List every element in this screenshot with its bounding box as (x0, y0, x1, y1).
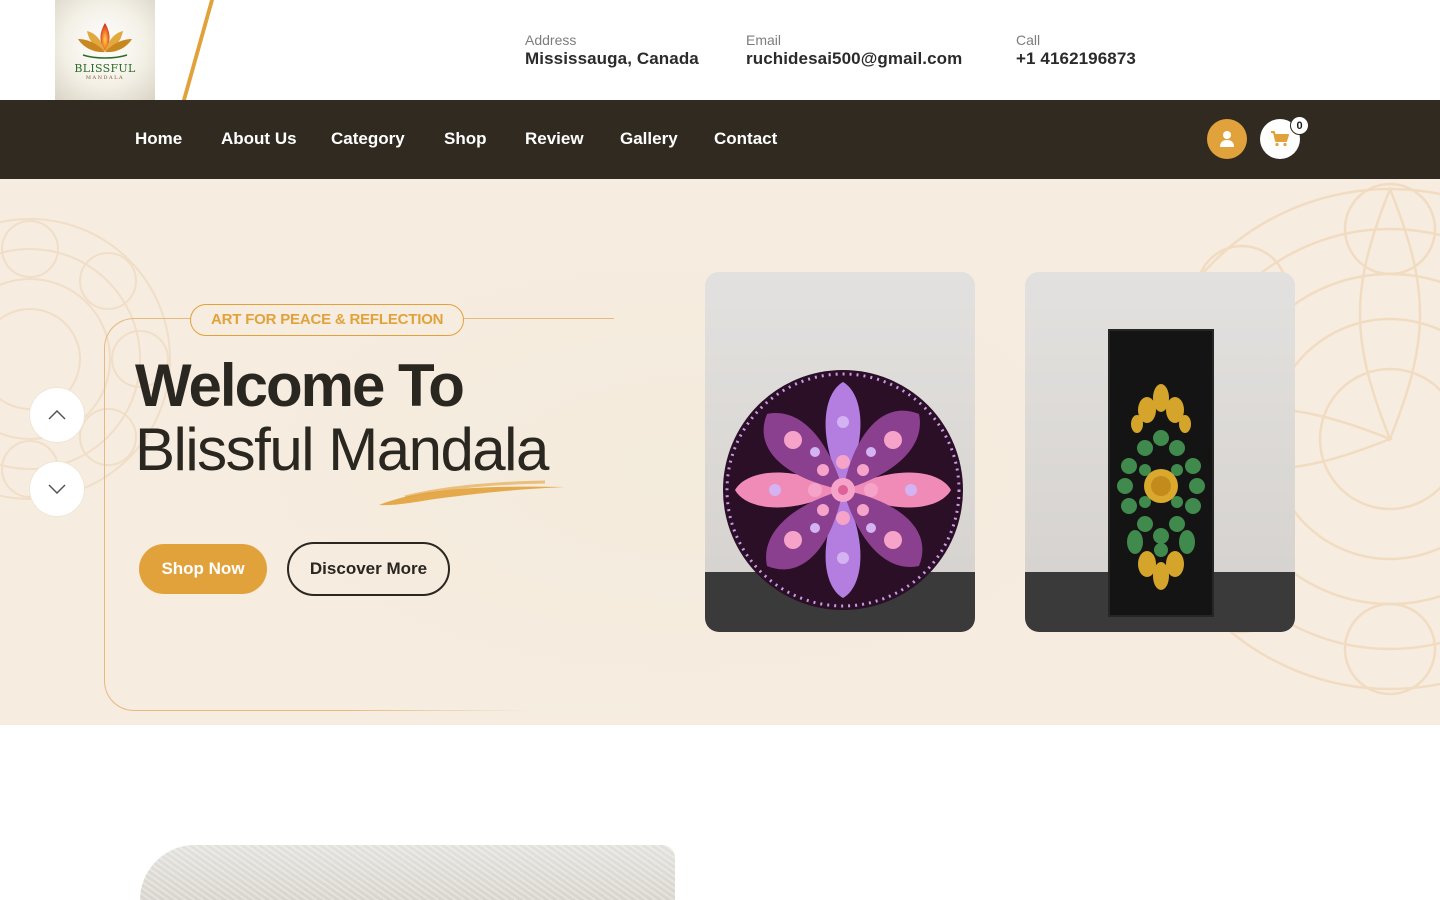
email-label: Email (746, 32, 782, 48)
contact-email: Email ruchidesai500@gmail.com (746, 32, 962, 69)
cart-count-badge: 0 (1290, 116, 1309, 135)
nav-item-contact[interactable]: Contact (714, 128, 777, 150)
nav-item-shop[interactable]: Shop (444, 128, 487, 150)
call-label: Call (1016, 32, 1041, 48)
nav-item-category[interactable]: Category (331, 128, 405, 150)
address-label: Address (525, 32, 577, 48)
product-image-round-mandala[interactable] (705, 272, 975, 632)
plank-mandala-artwork (1108, 329, 1214, 617)
brush-stroke-underline (379, 480, 565, 506)
nav-item-review[interactable]: Review (525, 128, 584, 150)
email-value[interactable]: ruchidesai500@gmail.com (746, 49, 962, 69)
account-button[interactable] (1207, 119, 1247, 159)
product-image-plank-mandala[interactable] (1025, 272, 1295, 632)
decorative-slash (182, 0, 214, 100)
logo[interactable]: BLISSFUL MANDALA (55, 0, 155, 100)
about-section-image (140, 845, 675, 900)
hero-frame-fade (350, 704, 650, 716)
nav-item-home[interactable]: Home (135, 128, 182, 150)
call-value[interactable]: +1 4162196873 (1016, 49, 1136, 69)
main-nav: Home About Us Category Shop Review Galle… (0, 100, 1440, 179)
nav-item-about-us[interactable]: About Us (221, 128, 297, 150)
slider-next-button[interactable] (30, 462, 84, 516)
hero-title-line2: Blissful Mandala (135, 416, 549, 483)
hero-title-line1: Welcome To (135, 352, 465, 419)
slider-prev-button[interactable] (30, 388, 84, 442)
nav-item-gallery[interactable]: Gallery (620, 128, 678, 150)
logo-wordmark: BLISSFUL (74, 62, 136, 75)
paper-texture (140, 845, 675, 900)
logo-subtitle: MANDALA (85, 75, 125, 81)
user-icon (1220, 131, 1234, 147)
shopping-cart-icon (1271, 131, 1289, 147)
round-mandala-artwork (723, 370, 963, 610)
chevron-up-icon (48, 410, 66, 420)
chevron-down-icon (48, 484, 66, 494)
discover-more-button[interactable]: Discover More (287, 542, 450, 596)
lotus-logo-icon (78, 23, 132, 59)
shop-now-button[interactable]: Shop Now (139, 544, 267, 594)
contact-address: Address Mississauga, Canada (525, 32, 699, 69)
contact-call: Call +1 4162196873 (1016, 32, 1136, 69)
hero-section: ART FOR PEACE & REFLECTION Welcome To Bl… (0, 179, 1440, 725)
address-value: Mississauga, Canada (525, 49, 699, 68)
top-header: BLISSFUL MANDALA Address Mississauga, Ca… (0, 0, 1440, 100)
hero-tagline: ART FOR PEACE & REFLECTION (190, 304, 465, 336)
